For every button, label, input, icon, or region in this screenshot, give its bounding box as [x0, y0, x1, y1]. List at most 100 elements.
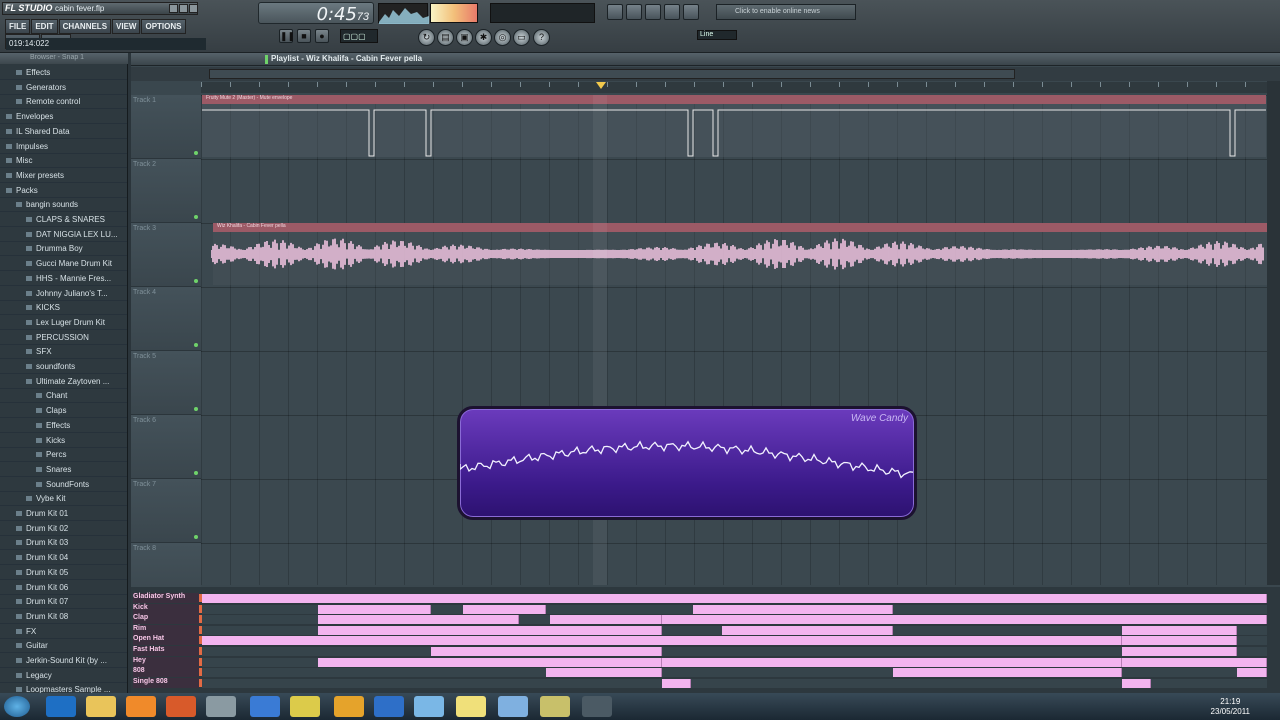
browser-item[interactable]: Drum Kit 04 — [0, 551, 127, 566]
mute-envelope-clip[interactable]: Fruity Mute 2 (Master) - Mute envelope — [202, 95, 1266, 157]
browser-item[interactable]: Generators — [0, 81, 127, 95]
browser-item[interactable]: Percs — [0, 448, 127, 463]
browser-item[interactable]: FX — [0, 625, 127, 639]
step-block[interactable] — [1237, 668, 1267, 678]
track-header[interactable]: Track 1 — [131, 95, 201, 159]
utility-icon[interactable] — [582, 696, 612, 717]
step-block[interactable] — [318, 615, 520, 625]
browser-item[interactable]: Packs — [0, 184, 127, 198]
step-block[interactable] — [202, 636, 1123, 646]
step-block[interactable] — [662, 615, 1267, 625]
step-block[interactable] — [692, 604, 894, 614]
browser-item[interactable]: Impulses — [0, 140, 127, 154]
channel-name[interactable]: Fast Hats — [133, 646, 199, 656]
record-button[interactable]: ● — [315, 29, 329, 43]
step-block[interactable] — [1122, 636, 1238, 646]
browser-item[interactable]: Claps — [0, 404, 127, 419]
step-pattern[interactable] — [202, 668, 1267, 678]
browser-item[interactable]: Mixer presets — [0, 169, 127, 183]
stop-button[interactable]: ■ — [297, 29, 311, 43]
browser-item[interactable]: Ultimate Zaytoven ... — [0, 375, 127, 389]
blend-icon[interactable]: ▣ — [456, 29, 473, 46]
step-pattern[interactable] — [202, 636, 1267, 646]
step-pattern[interactable] — [202, 678, 1267, 688]
channel-name[interactable]: Hey — [133, 656, 199, 667]
step-pattern[interactable] — [202, 594, 1267, 603]
browser-item[interactable]: Misc — [0, 154, 127, 169]
menu-view[interactable]: VIEW — [112, 19, 141, 34]
browser-item[interactable]: KICKS — [0, 301, 127, 316]
browser-item[interactable]: Envelopes — [0, 110, 127, 125]
horizontal-scrollbar[interactable] — [209, 69, 1015, 79]
window-icon[interactable] — [498, 696, 528, 717]
channel-name[interactable]: Rim — [133, 624, 199, 635]
piano-roll-icon[interactable] — [645, 4, 661, 20]
browser-item[interactable]: PERCUSSION — [0, 331, 127, 345]
step-block[interactable] — [202, 594, 1267, 603]
browser-item[interactable]: Loopmasters Sample ... — [0, 683, 127, 693]
browser-icon[interactable] — [664, 4, 680, 20]
clock[interactable]: 21:19 23/05/2011 — [1211, 697, 1250, 717]
browser-item[interactable]: Drum Kit 06 — [0, 581, 127, 595]
browser-item[interactable]: Legacy — [0, 669, 127, 683]
snap-select[interactable]: Line — [697, 30, 737, 40]
step-pattern[interactable] — [202, 625, 1267, 635]
channel-name[interactable]: 808 — [133, 667, 199, 678]
browser-item[interactable]: SFX — [0, 345, 127, 360]
itunes-2-icon[interactable] — [374, 696, 404, 717]
step-block[interactable] — [893, 668, 1123, 678]
step-block[interactable] — [721, 625, 894, 635]
loop-record-icon[interactable]: ◎ — [494, 29, 511, 46]
browser-item[interactable]: Drum Kit 01 — [0, 507, 127, 521]
browser-item[interactable]: Drum Kit 02 — [0, 522, 127, 536]
browser-item[interactable]: Guitar — [0, 639, 127, 654]
time-ruler[interactable] — [201, 82, 1267, 93]
browser-item[interactable]: Drum Kit 07 — [0, 595, 127, 610]
step-block[interactable] — [430, 647, 663, 656]
browser-item[interactable]: Drumma Boy — [0, 242, 127, 257]
metronome-icon[interactable]: ↻ — [418, 29, 435, 46]
browser-item[interactable]: Effects — [0, 66, 127, 80]
typing-keyboard-icon[interactable]: ✱ — [475, 29, 492, 46]
mixer-icon[interactable] — [683, 4, 699, 20]
wave-candy-plugin[interactable]: Wave Candy — [457, 406, 917, 520]
browser-item[interactable]: Jerkin-Sound Kit (by ... — [0, 654, 127, 668]
browser-item[interactable]: HHS - Mannie Fres... — [0, 272, 127, 286]
menu-edit[interactable]: EDIT — [31, 19, 58, 34]
browser-item[interactable]: Kicks — [0, 434, 127, 448]
browser-item[interactable]: IL Shared Data — [0, 125, 127, 139]
channel-name[interactable]: Gladiator Synth — [133, 593, 199, 603]
step-pattern[interactable] — [202, 615, 1267, 625]
step-block[interactable] — [1122, 647, 1238, 656]
track-header[interactable]: Track 2 — [131, 159, 201, 223]
step-pattern[interactable] — [202, 657, 1267, 667]
browser-item[interactable]: Drum Kit 03 — [0, 536, 127, 551]
channel-name[interactable]: Single 808 — [133, 677, 199, 688]
wait-icon[interactable]: ▭ — [513, 29, 530, 46]
step-block[interactable] — [545, 668, 663, 678]
vertical-scrollbar[interactable] — [1267, 81, 1280, 585]
menu-channels[interactable]: CHANNELS — [58, 19, 112, 34]
track-header[interactable]: Track 4 — [131, 287, 201, 351]
browser-item[interactable]: SoundFonts — [0, 478, 127, 492]
track-header[interactable]: Track 5 — [131, 351, 201, 415]
step-block[interactable] — [662, 657, 1123, 667]
step-block[interactable] — [318, 625, 663, 635]
fl-studio-2-icon[interactable] — [540, 696, 570, 717]
step-block[interactable] — [1122, 625, 1238, 635]
menu-file[interactable]: FILE — [5, 19, 31, 34]
internet-explorer-icon[interactable] — [46, 696, 76, 717]
close-icon[interactable] — [189, 4, 198, 13]
step-block[interactable] — [1122, 678, 1151, 688]
fl-studio-icon[interactable] — [206, 696, 236, 717]
browser-item[interactable]: Lex Luger Drum Kit — [0, 316, 127, 330]
browser-item[interactable]: DAT NIGGIA LEX LU... — [0, 228, 127, 242]
step-block[interactable] — [550, 615, 663, 625]
browser-item[interactable]: Effects — [0, 419, 127, 433]
pause-button[interactable]: ❚❚ — [279, 29, 295, 43]
channel-name[interactable]: Kick — [133, 603, 199, 614]
browser-item[interactable]: Vybe Kit — [0, 492, 127, 507]
media-player-icon[interactable] — [126, 696, 156, 717]
firefox-icon[interactable] — [166, 696, 196, 717]
step-pattern[interactable] — [202, 647, 1267, 656]
